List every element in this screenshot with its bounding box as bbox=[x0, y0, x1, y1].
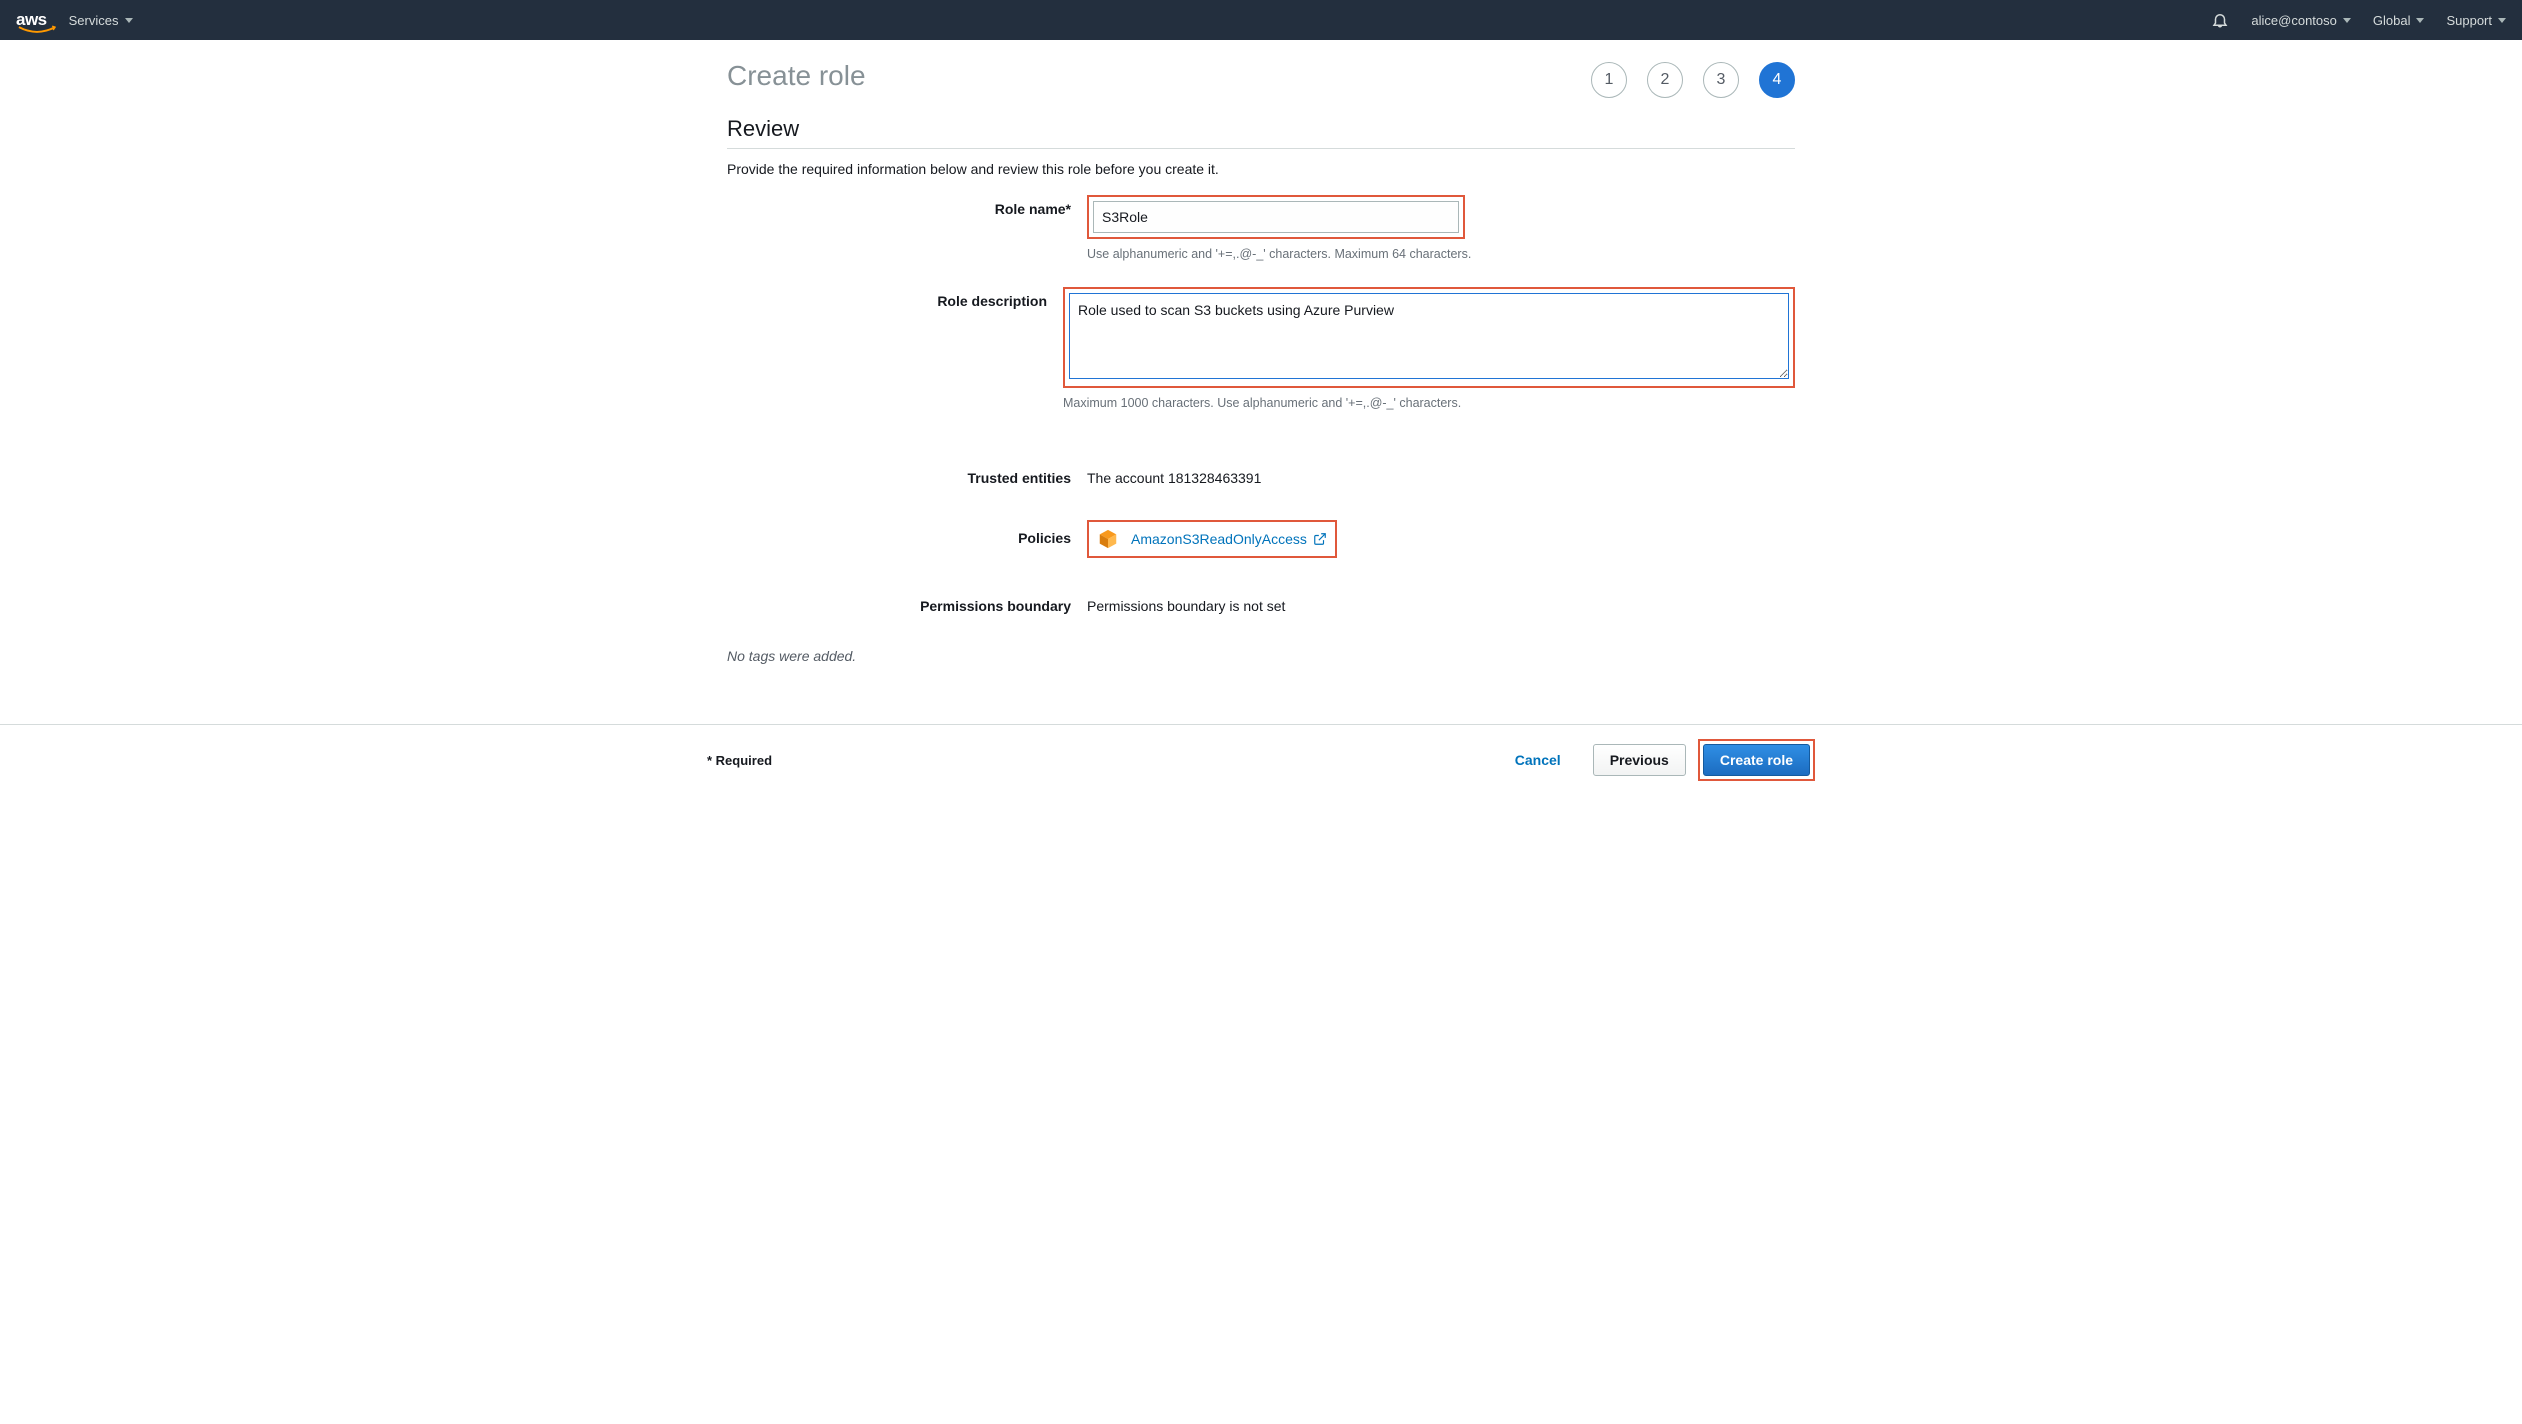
role-description-highlight bbox=[1063, 287, 1795, 388]
role-description-input[interactable] bbox=[1069, 293, 1789, 379]
step-1[interactable]: 1 bbox=[1591, 62, 1627, 98]
role-description-control: Maximum 1000 characters. Use alphanumeri… bbox=[1063, 287, 1795, 430]
section-title: Review bbox=[727, 116, 1795, 142]
tags-note: No tags were added. bbox=[727, 648, 1795, 664]
role-name-help: Use alphanumeric and '+=,.@-_' character… bbox=[1087, 247, 1795, 261]
aws-swoosh-icon bbox=[18, 25, 56, 35]
permissions-boundary-value: Permissions boundary is not set bbox=[1087, 592, 1795, 614]
step-3[interactable]: 3 bbox=[1703, 62, 1739, 98]
cancel-button[interactable]: Cancel bbox=[1499, 744, 1577, 776]
chevron-down-icon bbox=[2498, 18, 2506, 23]
policy-highlight: AmazonS3ReadOnlyAccess bbox=[1087, 520, 1337, 558]
region-label: Global bbox=[2373, 13, 2411, 28]
section-divider bbox=[727, 148, 1795, 149]
top-nav: aws Services alice@contoso Global Suppor… bbox=[0, 0, 2522, 40]
chevron-down-icon bbox=[2343, 18, 2351, 23]
account-menu[interactable]: alice@contoso bbox=[2251, 13, 2350, 28]
chevron-down-icon bbox=[2416, 18, 2424, 23]
create-role-button[interactable]: Create role bbox=[1703, 744, 1810, 776]
required-note: * Required bbox=[707, 753, 772, 768]
permissions-boundary-value-wrap: Permissions boundary is not set bbox=[1087, 592, 1795, 614]
step-2[interactable]: 2 bbox=[1647, 62, 1683, 98]
policy-link-text: AmazonS3ReadOnlyAccess bbox=[1131, 531, 1307, 547]
policy-cube-icon bbox=[1097, 528, 1119, 550]
create-role-highlight: Create role bbox=[1698, 739, 1815, 781]
policies-row: Policies AmazonS3ReadOnlyAccess bbox=[727, 520, 1795, 558]
role-name-row: Role name* Use alphanumeric and '+=,.@-_… bbox=[727, 195, 1795, 281]
page-content: Create role 1 2 3 4 Review Provide the r… bbox=[707, 40, 1815, 664]
support-label: Support bbox=[2446, 13, 2492, 28]
notifications-icon[interactable] bbox=[2211, 11, 2229, 29]
account-label: alice@contoso bbox=[2251, 13, 2336, 28]
services-label: Services bbox=[69, 13, 119, 28]
role-description-row: Role description Maximum 1000 characters… bbox=[727, 287, 1795, 430]
policies-label: Policies bbox=[727, 520, 1087, 546]
trusted-entities-row: Trusted entities The account 18132846339… bbox=[727, 464, 1795, 486]
services-menu[interactable]: Services bbox=[69, 13, 133, 28]
permissions-boundary-label: Permissions boundary bbox=[727, 592, 1087, 614]
footer-inner: * Required Cancel Previous Create role bbox=[707, 739, 1815, 781]
wizard-steps: 1 2 3 4 bbox=[727, 62, 1795, 98]
footer-bar: * Required Cancel Previous Create role bbox=[0, 724, 2522, 795]
trusted-entities-label: Trusted entities bbox=[727, 464, 1087, 486]
aws-logo[interactable]: aws bbox=[16, 10, 47, 30]
permissions-boundary-row: Permissions boundary Permissions boundar… bbox=[727, 592, 1795, 614]
trusted-entities-value: The account 181328463391 bbox=[1087, 464, 1795, 486]
role-name-input[interactable] bbox=[1093, 201, 1459, 233]
role-name-highlight bbox=[1087, 195, 1465, 239]
role-name-label: Role name* bbox=[727, 195, 1087, 217]
support-menu[interactable]: Support bbox=[2446, 13, 2506, 28]
section-description: Provide the required information below a… bbox=[727, 161, 1795, 177]
chevron-down-icon bbox=[125, 18, 133, 23]
role-description-label: Role description bbox=[727, 287, 1063, 309]
step-4[interactable]: 4 bbox=[1759, 62, 1795, 98]
policies-value-wrap: AmazonS3ReadOnlyAccess bbox=[1087, 520, 1795, 558]
external-link-icon bbox=[1313, 532, 1327, 546]
policy-link[interactable]: AmazonS3ReadOnlyAccess bbox=[1131, 531, 1327, 547]
role-name-control: Use alphanumeric and '+=,.@-_' character… bbox=[1087, 195, 1795, 281]
previous-button[interactable]: Previous bbox=[1593, 744, 1686, 776]
trusted-entities-value-wrap: The account 181328463391 bbox=[1087, 464, 1795, 486]
region-menu[interactable]: Global bbox=[2373, 13, 2425, 28]
role-description-help: Maximum 1000 characters. Use alphanumeri… bbox=[1063, 396, 1795, 410]
